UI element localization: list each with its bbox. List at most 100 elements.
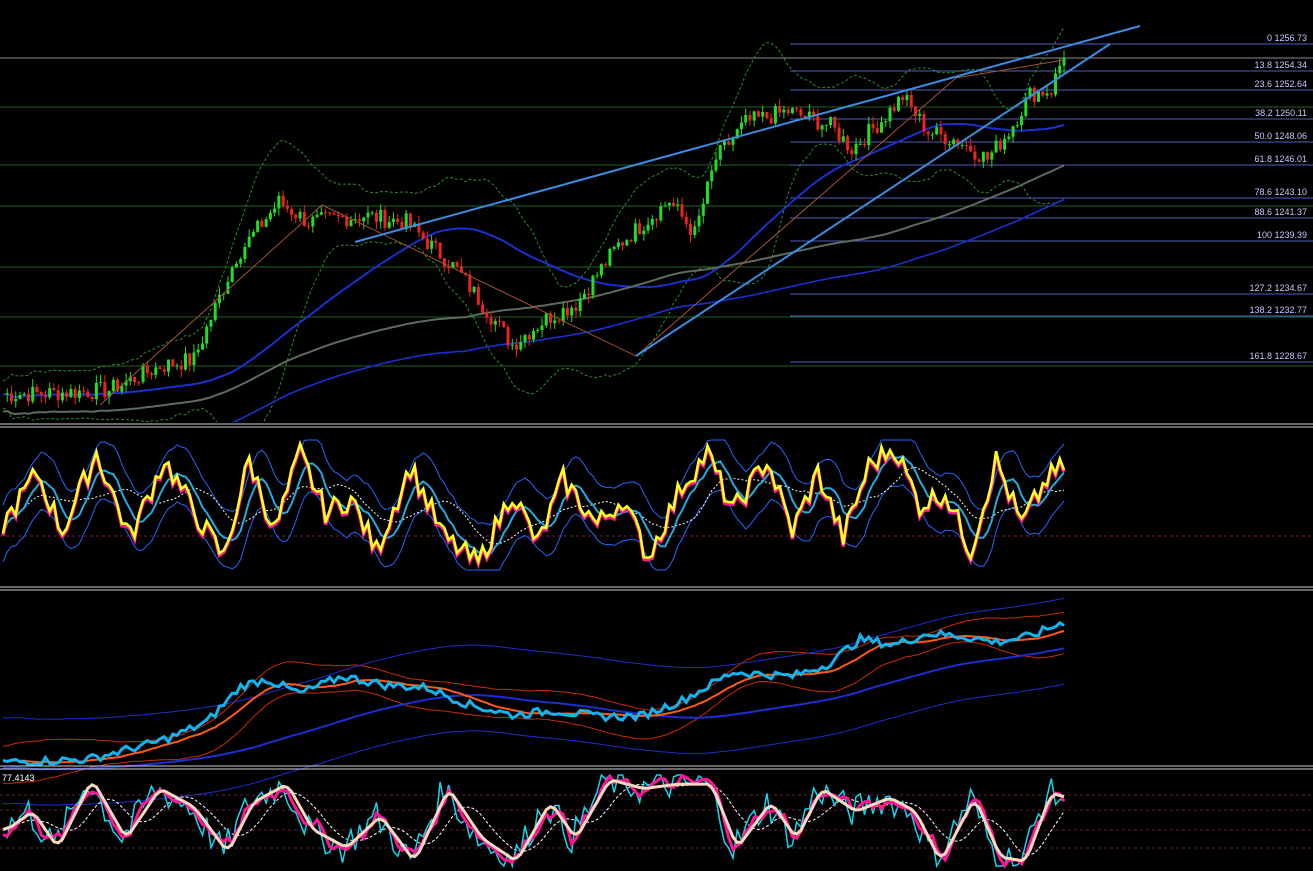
candle-body xyxy=(1062,58,1066,66)
candle-body xyxy=(587,293,591,296)
candle-body xyxy=(778,106,782,113)
candle-body xyxy=(396,218,400,222)
candle-body xyxy=(782,109,786,113)
candle-body xyxy=(65,392,69,398)
candle-body xyxy=(362,217,366,222)
fib-level-label: 127.2 1234.67 xyxy=(1249,283,1307,293)
candle-body xyxy=(739,122,743,130)
candle-body xyxy=(930,134,934,136)
candle-body xyxy=(14,398,18,402)
candle-body xyxy=(837,127,841,142)
candle-body xyxy=(425,238,429,249)
candle-body xyxy=(468,274,472,293)
candle-body xyxy=(756,111,760,117)
candle-body xyxy=(655,219,659,221)
candle-body xyxy=(77,390,81,399)
candle-body xyxy=(744,115,748,123)
candle-body xyxy=(888,107,892,122)
candle-body xyxy=(200,343,204,350)
candle-body xyxy=(192,352,196,365)
candle-body xyxy=(290,208,294,215)
candle-body xyxy=(35,386,39,392)
candle-body xyxy=(816,116,820,130)
candle-body xyxy=(205,326,209,344)
candle-body xyxy=(553,320,557,324)
fib-level-label: 100 1239.39 xyxy=(1257,230,1307,240)
candle-body xyxy=(578,298,582,311)
candle-body xyxy=(239,259,243,264)
candle-body xyxy=(684,216,688,225)
candle-body xyxy=(408,213,412,228)
candle-body xyxy=(532,330,535,340)
candle-body xyxy=(336,214,340,217)
fib-level-label: 161.8 1228.67 xyxy=(1249,351,1307,361)
candle-body xyxy=(374,212,378,222)
candle-body xyxy=(790,108,794,114)
candle-body xyxy=(846,136,850,151)
candle-body xyxy=(981,151,985,162)
candle-body xyxy=(1049,93,1053,95)
fib-level-label: 23.6 1252.64 xyxy=(1254,79,1307,89)
candle-body xyxy=(56,390,60,401)
candle-body xyxy=(247,236,251,247)
candle-body xyxy=(515,344,519,350)
candle-body xyxy=(663,205,667,207)
candle-body xyxy=(209,319,213,327)
candle-body xyxy=(319,212,323,215)
candle-body xyxy=(935,127,939,135)
candle-body xyxy=(226,281,230,294)
candle-body xyxy=(502,321,506,327)
candle-body xyxy=(489,317,493,325)
candle-body xyxy=(379,209,383,222)
candle-body xyxy=(179,365,183,370)
candle-body xyxy=(133,376,137,383)
candle-body xyxy=(519,342,523,350)
candle-body xyxy=(604,264,608,266)
candle-body xyxy=(1054,73,1058,95)
candle-body xyxy=(251,231,255,237)
candle-body xyxy=(795,108,799,110)
candle-body xyxy=(612,246,616,249)
candle-body xyxy=(676,204,680,206)
candle-body xyxy=(875,128,879,133)
candle-body xyxy=(689,224,693,236)
candle-body xyxy=(307,226,311,228)
candle-body xyxy=(294,214,298,219)
candle-body xyxy=(94,382,98,400)
candle-body xyxy=(268,212,272,220)
candle-body xyxy=(476,286,480,305)
candle-body xyxy=(86,391,90,397)
candle-body xyxy=(260,220,264,227)
candle-body xyxy=(1007,136,1011,139)
candle-body xyxy=(1058,65,1062,74)
candle-body xyxy=(196,349,200,353)
candle-body xyxy=(506,326,510,346)
candle-body xyxy=(1011,126,1015,137)
candle-body xyxy=(18,395,22,399)
candle-body xyxy=(994,140,998,153)
candle-body xyxy=(1041,91,1045,96)
candle-body xyxy=(574,307,578,311)
candle-body xyxy=(918,113,922,116)
candle-body xyxy=(926,131,930,135)
candle-body xyxy=(349,220,353,227)
candle-body xyxy=(960,145,964,147)
candle-body xyxy=(565,307,569,316)
candle-body xyxy=(969,145,973,152)
fib-level-label: 138.2 1232.77 xyxy=(1249,305,1307,315)
candle-body xyxy=(472,286,476,293)
fib-level-label: 78.6 1243.10 xyxy=(1254,187,1307,197)
candle-body xyxy=(947,144,951,146)
candle-body xyxy=(646,224,650,231)
candle-body xyxy=(99,381,103,383)
candle-body xyxy=(527,335,531,340)
candle-body xyxy=(5,393,9,395)
candle-body xyxy=(829,117,833,126)
candle-body xyxy=(990,152,994,160)
candle-body xyxy=(345,217,349,227)
candle-body xyxy=(493,320,497,325)
candle-body xyxy=(841,136,845,142)
candle-body xyxy=(540,325,544,331)
candle-body xyxy=(442,258,446,267)
candle-body xyxy=(357,219,361,222)
